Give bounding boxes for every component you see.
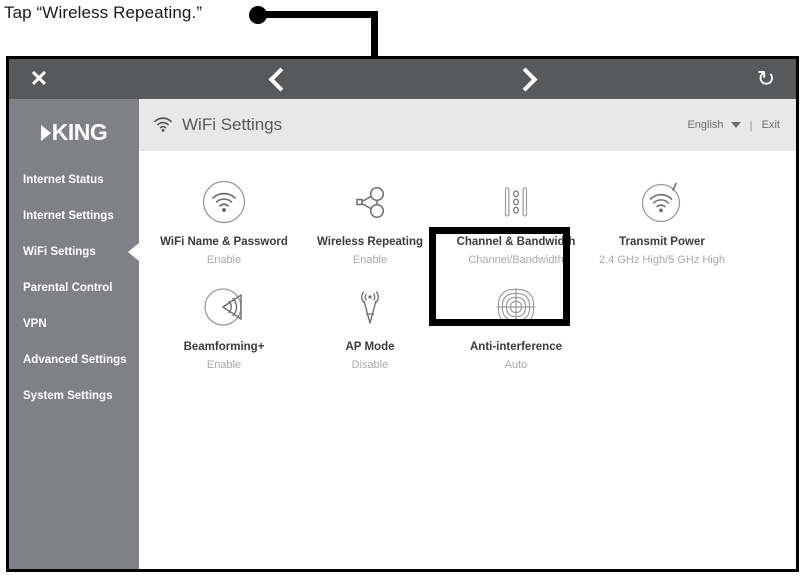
tile-status: Enable — [206, 359, 242, 371]
antenna-tower-icon — [297, 282, 443, 332]
sidebar: KING Internet Status Internet Settings W… — [9, 99, 139, 569]
language-selector[interactable]: English — [687, 119, 741, 131]
exit-link[interactable]: Exit — [762, 119, 780, 131]
sidebar-item-label: WiFi Settings — [23, 246, 96, 258]
tile-wireless-repeating[interactable]: Wireless Repeating Enable — [297, 167, 443, 272]
tile-status: Disable — [351, 359, 389, 371]
tile-label: Beamforming+ — [183, 341, 265, 353]
wifi-circle-icon — [151, 177, 297, 227]
play-triangle-icon — [40, 124, 51, 141]
chevron-down-icon — [730, 122, 741, 128]
sidebar-item-internet-status[interactable]: Internet Status — [9, 162, 139, 198]
router-ui: KING Internet Status Internet Settings W… — [9, 99, 796, 569]
tile-label: AP Mode — [345, 341, 395, 353]
tile-wifi-name-password[interactable]: WiFi Name & Password Enable — [151, 167, 297, 272]
tile-beamforming[interactable]: Beamforming+ Enable — [151, 272, 297, 377]
anti-interference-icon — [443, 282, 589, 332]
sidebar-item-label: System Settings — [23, 390, 113, 402]
tile-status: 2.4 GHz High/5 GHz High — [599, 254, 725, 266]
king-logo: KING — [9, 119, 139, 146]
share-network-icon — [297, 177, 443, 227]
chevron-right-glyph — [512, 66, 538, 92]
page-title: WiFi Settings — [182, 115, 283, 134]
browser-toolbar: ✕ ↻ — [9, 59, 796, 99]
page-header: WiFi Settings English | Exit — [139, 99, 796, 151]
tile-anti-interference[interactable]: Anti-interference Auto — [443, 272, 589, 377]
sidebar-item-wifi-settings[interactable]: WiFi Settings — [9, 234, 139, 270]
beamforming-icon — [151, 282, 297, 332]
close-icon[interactable]: ✕ — [9, 59, 69, 99]
sidebar-item-advanced-settings[interactable]: Advanced Settings — [9, 342, 139, 378]
channel-bars-icon — [443, 177, 589, 227]
tile-status: Enable — [352, 254, 388, 266]
sidebar-item-label: Internet Status — [23, 174, 104, 186]
callout-caption: Tap “Wireless Repeating.” — [4, 3, 203, 22]
sidebar-item-vpn[interactable]: VPN — [9, 306, 139, 342]
tile-channel-bandwidth[interactable]: Channel & Bandwidth Channel/Bandwidth — [443, 167, 589, 272]
reload-icon[interactable]: ↻ — [736, 59, 796, 99]
transmit-power-icon — [589, 177, 735, 227]
tile-status: Auto — [504, 359, 528, 371]
sidebar-item-label: Internet Settings — [23, 210, 114, 222]
forward-icon[interactable] — [487, 59, 567, 99]
tile-status: Channel/Bandwidth — [468, 254, 564, 266]
tile-status: Enable — [206, 254, 242, 266]
sidebar-item-label: Parental Control — [23, 282, 113, 294]
wifi-icon — [153, 117, 173, 133]
sidebar-item-label: Advanced Settings — [23, 354, 127, 366]
sidebar-item-label: VPN — [23, 318, 47, 330]
device-frame: ✕ ↻ KING Internet Status Internet Settin… — [6, 56, 799, 572]
header-divider: | — [749, 118, 753, 132]
back-icon[interactable] — [238, 59, 318, 99]
brand-name: KING — [51, 119, 108, 145]
tile-label: Channel & Bandwidth — [456, 236, 576, 248]
sidebar-item-parental-control[interactable]: Parental Control — [9, 270, 139, 306]
callout-leader-horizontal — [265, 11, 378, 18]
sidebar-nav: Internet Status Internet Settings WiFi S… — [9, 162, 139, 414]
settings-tiles-grid: WiFi Name & Password Enable Wireless Rep… — [139, 151, 761, 377]
sidebar-item-system-settings[interactable]: System Settings — [9, 378, 139, 414]
chevron-left-glyph — [267, 66, 293, 92]
tile-label: Wireless Repeating — [317, 236, 423, 248]
tile-transmit-power[interactable]: Transmit Power 2.4 GHz High/5 GHz High — [589, 167, 735, 272]
tile-label: Anti-interference — [469, 341, 563, 353]
tile-ap-mode[interactable]: AP Mode Disable — [297, 272, 443, 377]
language-label: English — [687, 119, 724, 131]
sidebar-item-internet-settings[interactable]: Internet Settings — [9, 198, 139, 234]
content-panel: WiFi Settings English | Exit WiFi Name &… — [139, 99, 796, 569]
tile-label: WiFi Name & Password — [160, 236, 288, 248]
tile-label: Transmit Power — [619, 236, 705, 248]
